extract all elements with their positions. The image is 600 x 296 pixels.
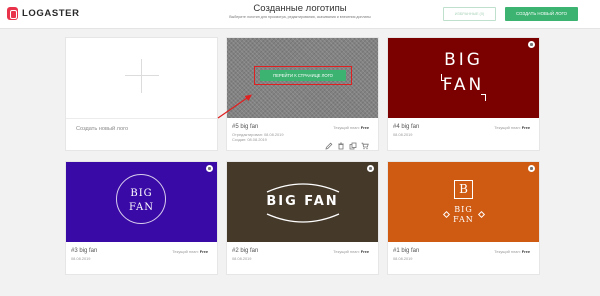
logo-text: BIG FAN <box>266 194 339 209</box>
logo-card-3[interactable]: BIG FAN #3 big fan Текущий план: Free 08… <box>66 162 217 274</box>
logo-text-line2: FAN <box>453 215 474 224</box>
logo-text-line2: FAN <box>128 202 155 213</box>
plan-status: Текущий план: Free <box>333 125 369 130</box>
plus-icon <box>125 75 159 76</box>
page-title: Созданные логотипы <box>253 3 347 14</box>
logo-thumb[interactable]: BIG FAN <box>66 162 217 242</box>
logo-text-line1: BIG <box>444 50 483 70</box>
logo-thumb[interactable]: BIG FAN <box>388 38 539 118</box>
go-to-logo-page-button[interactable]: ПЕРЕЙТИ К СТРАНИЦЕ ЛОГО <box>260 70 346 81</box>
logo-letter-box: B <box>454 180 473 199</box>
top-bar: LOGASTER Созданные логотипы Выберите лог… <box>0 0 600 29</box>
plan-status: Текущий план: Free <box>494 249 530 254</box>
logo-card-1[interactable]: B BIG FAN #1 big fan Текущий план: Free … <box>388 162 539 274</box>
logo-name: #3 big fan <box>71 248 98 254</box>
logo-date: 08.08.2019 <box>71 256 91 261</box>
create-new-logo-label: Создать новый лого <box>76 126 129 132</box>
logo-card-4[interactable]: BIG FAN #4 big fan Текущий план: Free 08… <box>388 38 539 150</box>
favorites-button[interactable]: ИЗБРАННЫЕ (0) <box>443 7 496 21</box>
logo-circle-shape <box>116 174 166 224</box>
cart-icon[interactable] <box>361 137 369 150</box>
logo-text-line1: BIG <box>454 205 473 214</box>
create-new-logo-card[interactable]: Создать новый лого <box>66 38 217 150</box>
logaster-mark-icon <box>7 7 18 20</box>
lock-icon <box>367 165 374 172</box>
logo-name: #1 big fan <box>393 248 420 254</box>
page-subtitle: Выберите логотип для просмотра, редактир… <box>229 15 371 19</box>
lock-icon <box>528 41 535 48</box>
logo-date: 08.08.2019 <box>232 256 252 261</box>
logo-card-5[interactable]: ПЕРЕЙТИ К СТРАНИЦЕ ЛОГО #5 big fan Текущ… <box>227 38 378 150</box>
plan-status: Текущий план: Free <box>333 249 369 254</box>
logo-card-2[interactable]: BIG FAN #2 big fan Текущий план: Free 08… <box>227 162 378 274</box>
card-toolbar <box>325 137 369 150</box>
lock-icon <box>206 165 213 172</box>
plan-status: Текущий план: Free <box>494 125 530 130</box>
pencil-icon[interactable] <box>325 137 333 150</box>
logo-thumb[interactable]: BIG FAN <box>227 162 378 242</box>
logo-thumb[interactable]: B BIG FAN <box>388 162 539 242</box>
logo-thumb-hover[interactable]: ПЕРЕЙТИ К СТРАНИЦЕ ЛОГО <box>227 38 378 118</box>
logo-bracket-shape <box>481 94 486 101</box>
logo-name: #4 big fan <box>393 124 420 130</box>
copy-icon[interactable] <box>349 137 357 150</box>
logo-date: 08.08.2019 <box>393 132 413 137</box>
logo-dates: Отредактирован: 08.08.2019 Создан: 08.08… <box>232 132 284 143</box>
logo-date: 08.08.2019 <box>393 256 413 261</box>
brand-logo[interactable]: LOGASTER <box>7 7 80 20</box>
plan-status: Текущий план: Free <box>172 249 208 254</box>
logo-bracket-shape <box>441 74 446 81</box>
logo-name: #5 big fan <box>232 124 259 130</box>
logo-text-line2: FAN <box>442 75 485 95</box>
lock-icon <box>528 165 535 172</box>
create-thumb[interactable] <box>66 38 217 118</box>
trash-icon[interactable] <box>337 137 345 150</box>
logo-name: #2 big fan <box>232 248 259 254</box>
create-new-logo-button[interactable]: СОЗДАТЬ НОВЫЙ ЛОГО <box>505 7 578 21</box>
logo-text-line1: BIG <box>130 188 153 199</box>
brand-name: LOGASTER <box>22 8 80 19</box>
